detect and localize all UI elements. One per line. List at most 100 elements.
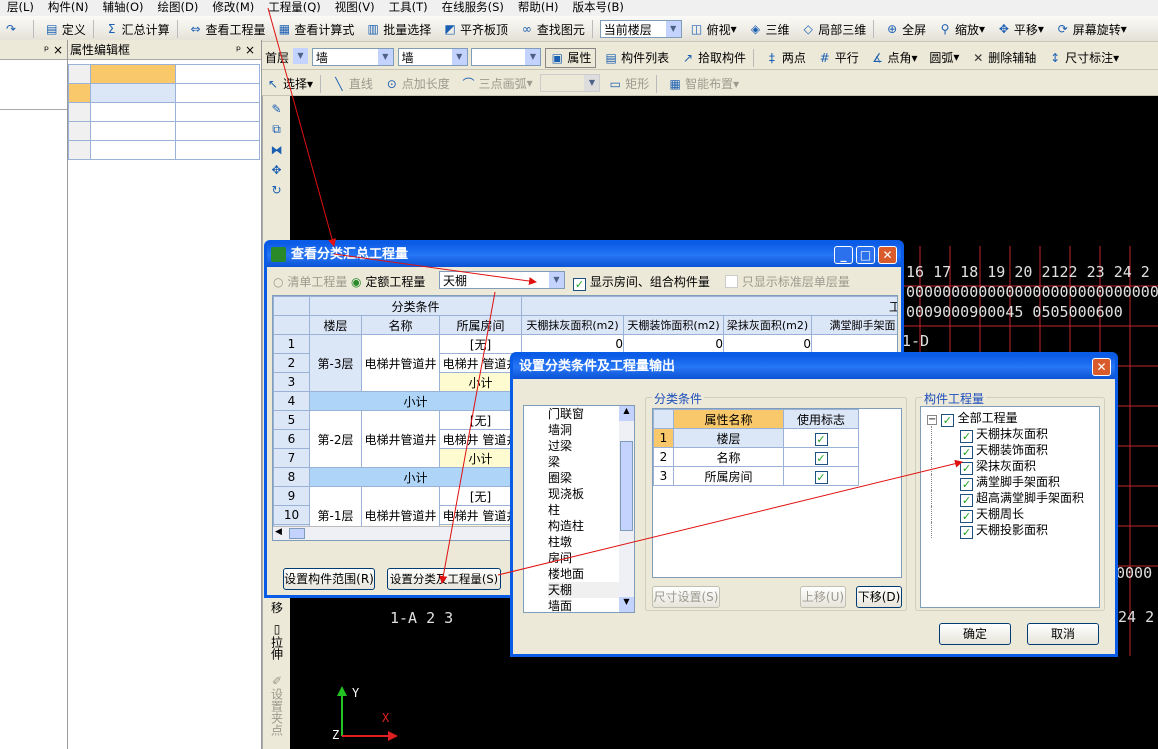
col-use-flag[interactable]: 使用标志	[783, 409, 859, 429]
cancel-button[interactable]: 取消	[1027, 623, 1099, 645]
table-row[interactable]: 3 所属房间 ✓	[653, 466, 859, 486]
two-point-button[interactable]: ‡ 两点	[761, 47, 810, 69]
col-ceiling-decor[interactable]: 天棚装饰面积(m2)	[623, 315, 725, 335]
element-type-list[interactable]: 门联窗 墙洞 过梁梁圈梁 现浇板柱构造柱 柱墩 房间 楼地面 天棚 墙面 ▲ ▼	[523, 405, 635, 613]
attr-button[interactable]: ▣ 属性	[545, 47, 597, 68]
three-point-arc-button[interactable]: ⌒ 三点画弧 ▾	[458, 72, 537, 94]
menu-help[interactable]: 帮助(H)	[511, 0, 566, 15]
menu-online[interactable]: 在线服务(S)	[435, 0, 511, 15]
arc-button[interactable]: 圆弧 ▾	[925, 46, 963, 68]
col-ceiling-plaster[interactable]: 天棚抹灰面积(m2)	[521, 315, 625, 335]
parallel-button[interactable]: # 平行	[814, 47, 863, 69]
type-select-2[interactable]: 墙 ▼	[397, 48, 468, 66]
std-floor-checkbox[interactable]: 只显示标准层单层量	[725, 273, 850, 290]
flat-slab-button[interactable]: ◩ 平齐板顶	[439, 18, 512, 40]
close-icon[interactable]: ᵖ ×	[236, 40, 255, 60]
qty-tree-item[interactable]: ✓ 天棚装饰面积	[931, 442, 1099, 459]
table-row[interactable]: 1 第-3层 电梯井管道井 [无] 0 0 0	[273, 334, 897, 392]
radio-list-qty[interactable]: ○ 清单工程量	[273, 273, 347, 290]
ok-button[interactable]: 确定	[939, 623, 1011, 645]
move-label[interactable]: 移	[263, 599, 291, 616]
close-icon[interactable]: ✕	[1092, 358, 1111, 376]
line-button[interactable]: ╲ 直线	[328, 73, 377, 95]
menu-quantity[interactable]: 工程量(Q)	[261, 0, 328, 15]
minimize-icon[interactable]: _	[834, 246, 853, 264]
rotate-icon[interactable]: ↻	[263, 183, 290, 197]
move-icon[interactable]: ✥	[263, 163, 290, 177]
pan-button[interactable]: ✥ 平移 ▾	[993, 18, 1048, 40]
qty-tree-item[interactable]: ✓ 梁抹灰面积	[931, 458, 1099, 475]
pin-icon[interactable]: ᵖ	[44, 43, 49, 57]
smart-layout-button[interactable]: ▦ 智能布置 ▾	[664, 73, 743, 95]
table-row[interactable]: 1 楼层 ✓	[653, 428, 859, 448]
col-scaffold[interactable]: 满堂脚手架面	[811, 315, 897, 335]
arc-combo[interactable]: ▼	[540, 74, 601, 92]
zoom-button[interactable]: ⚲ 缩放 ▾	[934, 18, 989, 40]
stretch-tool[interactable]: ▯ 拉伸	[263, 622, 291, 660]
checkmark-icon[interactable]: ✓	[960, 526, 973, 539]
col-name[interactable]: 名称	[361, 315, 440, 335]
rotate-screen-button[interactable]: ⟳ 屏幕旋转 ▾	[1052, 18, 1131, 40]
show-room-checkbox[interactable]: ✓ 显示房间、组合构件量	[573, 273, 710, 291]
point-length-button[interactable]: ⊙ 点加长度	[381, 73, 454, 95]
select-button[interactable]: ↖ 选择 ▾	[262, 73, 317, 95]
close-icon[interactable]: ×	[53, 43, 63, 57]
set-range-button[interactable]: 设置构件范围(R)	[283, 568, 375, 590]
set-class-qty-button[interactable]: 设置分类及工程量(S)	[387, 568, 501, 590]
size-settings-button[interactable]: 尺寸设置(S)	[652, 586, 720, 608]
qty-tree-item[interactable]: ✓ 满堂脚手架面积	[931, 474, 1099, 491]
find-element-button[interactable]: ∞ 查找图元	[516, 18, 589, 40]
table-row[interactable]: 2 名称 ✓	[653, 447, 859, 467]
menu-aux-axis[interactable]: 辅轴(O)	[95, 0, 150, 15]
menu-modify[interactable]: 修改(M)	[205, 0, 261, 15]
col-beam-plaster[interactable]: 梁抹灰面积(m2)	[723, 315, 813, 335]
floor-select[interactable]: 首层 ▼	[262, 48, 308, 66]
qty-tree-item[interactable]: ✓ 天棚周长	[931, 506, 1099, 523]
sum-calc-button[interactable]: Σ 汇总计算	[101, 18, 174, 40]
scroll-up-icon[interactable]: ▲	[619, 406, 634, 421]
type-select-3[interactable]: ▼	[471, 48, 542, 66]
close-icon[interactable]: ✕	[878, 246, 897, 264]
mirror-icon[interactable]: ⧓	[263, 143, 290, 157]
element-list-button[interactable]: ▤ 构件列表	[600, 47, 673, 69]
type-select-1[interactable]: 墙 ▼	[311, 48, 394, 66]
view-qty-button[interactable]: ⇔ 查看工程量	[185, 18, 270, 40]
redo-button[interactable]: ↷	[0, 18, 30, 40]
qty-tree-item[interactable]: ✓ 超高满堂脚手架面积	[931, 490, 1099, 507]
menu-floor[interactable]: 层(L)	[0, 0, 41, 15]
define-button[interactable]: ▤ 定义	[41, 18, 90, 40]
col-attr-name[interactable]: 属性名称	[673, 409, 784, 429]
brush-icon[interactable]: ✎	[263, 102, 290, 116]
3d-button[interactable]: ◈ 三维	[744, 18, 793, 40]
top-view-button[interactable]: ◫ 俯视 ▾	[686, 18, 741, 40]
scroll-down-icon[interactable]: ▼	[619, 597, 634, 612]
view-formula-button[interactable]: ▦ 查看计算式	[273, 18, 358, 40]
set-grip-tool[interactable]: ✐ 设置夹点	[263, 674, 291, 736]
maximize-icon[interactable]: □	[856, 246, 875, 264]
qty-tree-item[interactable]: ✓ 天棚投影面积	[931, 522, 1099, 539]
pick-element-button[interactable]: ↗ 拾取构件	[677, 47, 750, 69]
col-floor[interactable]: 楼层	[309, 315, 362, 335]
menu-element[interactable]: 构件(N)	[41, 0, 96, 15]
menu-tools[interactable]: 工具(T)	[382, 0, 435, 15]
move-up-button[interactable]: 上移(U)	[800, 586, 846, 608]
vertical-scrollbar[interactable]: ▲ ▼	[619, 406, 634, 612]
radio-quota-qty[interactable]: ◉ 定额工程量	[351, 273, 425, 290]
scroll-left-icon[interactable]: ◀	[275, 527, 282, 537]
copy-icon[interactable]: ⧉	[263, 122, 290, 137]
col-room[interactable]: 所属房间	[438, 315, 523, 335]
delete-aux-button[interactable]: ✕ 删除辅轴	[967, 47, 1040, 69]
collapse-icon[interactable]: −	[927, 415, 937, 425]
move-down-button[interactable]: 下移(D)	[856, 586, 902, 608]
scroll-thumb[interactable]	[289, 528, 305, 539]
rect-button[interactable]: ▭ 矩形	[604, 73, 653, 95]
checkmark-icon[interactable]: ✓	[940, 414, 954, 427]
batch-select-button[interactable]: ▥ 批量选择	[362, 18, 435, 40]
scroll-thumb[interactable]	[620, 441, 633, 531]
current-floor-combo[interactable]: 当前楼层 ▼	[599, 20, 682, 38]
menu-draw[interactable]: 绘图(D)	[151, 0, 206, 15]
element-type-combo[interactable]: 天棚 ▼	[439, 271, 565, 289]
qty-tree-root[interactable]: − ✓ 全部工程量	[927, 410, 1099, 427]
dim-button[interactable]: ↕ 尺寸标注 ▾	[1044, 47, 1123, 69]
menu-view[interactable]: 视图(V)	[328, 0, 382, 15]
